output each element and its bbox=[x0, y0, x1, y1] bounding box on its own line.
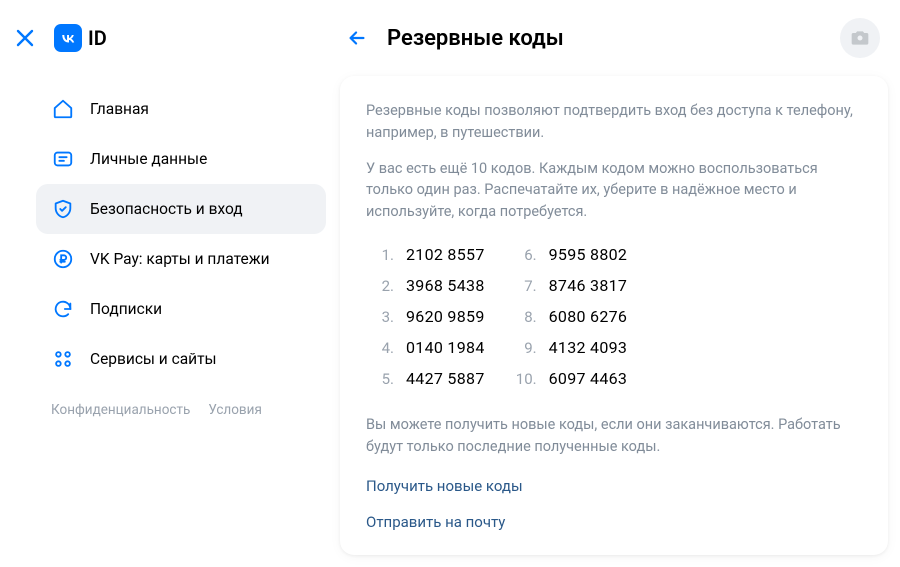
sidebar: Главная Личные данные Безопасность и вхо… bbox=[36, 76, 326, 555]
sidebar-item-subscriptions[interactable]: Подписки bbox=[36, 284, 326, 334]
sidebar-item-vkpay[interactable]: VK Pay: карты и платежи bbox=[36, 234, 326, 284]
code-index: 2. bbox=[372, 277, 394, 295]
sidebar-item-security[interactable]: Безопасность и вход bbox=[36, 184, 326, 234]
code-value: 8746 3817 bbox=[549, 276, 628, 295]
code-value: 6080 6276 bbox=[549, 307, 628, 326]
code-value: 4427 5887 bbox=[406, 369, 485, 388]
code-row: 6. 9595 8802 bbox=[515, 245, 628, 264]
sidebar-item-personal[interactable]: Личные данные bbox=[36, 134, 326, 184]
code-row: 3. 9620 9859 bbox=[372, 307, 485, 326]
code-row: 4. 0140 1984 bbox=[372, 338, 485, 357]
code-index: 4. bbox=[372, 339, 394, 357]
codes-note: Вы можете получить новые коды, если они … bbox=[366, 414, 862, 458]
sidebar-item-label: Безопасность и вход bbox=[90, 200, 243, 218]
ruble-icon bbox=[51, 247, 75, 271]
code-value: 9620 9859 bbox=[406, 307, 485, 326]
code-index: 8. bbox=[515, 308, 537, 326]
code-row: 5. 4427 5887 bbox=[372, 369, 485, 388]
code-value: 0140 1984 bbox=[406, 338, 485, 357]
page-title: Резервные коды bbox=[387, 26, 564, 51]
footer-privacy[interactable]: Конфиденциальность bbox=[51, 402, 190, 418]
id-card-icon bbox=[51, 147, 75, 171]
sidebar-item-label: Сервисы и сайты bbox=[90, 350, 217, 368]
brand-id: ID bbox=[88, 26, 107, 50]
main-panel: Резервные коды позволяют подтвердить вхо… bbox=[340, 76, 888, 555]
code-index: 5. bbox=[372, 370, 394, 388]
apps-icon bbox=[51, 347, 75, 371]
sidebar-item-label: Личные данные bbox=[90, 150, 207, 168]
avatar[interactable] bbox=[840, 18, 880, 58]
code-row: 8. 6080 6276 bbox=[515, 307, 628, 326]
code-row: 2. 3968 5438 bbox=[372, 276, 485, 295]
camera-icon bbox=[850, 28, 870, 48]
get-new-codes-link[interactable]: Получить новые коды bbox=[366, 477, 862, 495]
shield-icon bbox=[51, 197, 75, 221]
description-1: Резервные коды позволяют подтвердить вхо… bbox=[366, 100, 862, 144]
topbar: ID Резервные коды bbox=[0, 0, 900, 76]
code-index: 6. bbox=[515, 246, 537, 264]
home-icon bbox=[51, 97, 75, 121]
code-value: 3968 5438 bbox=[406, 276, 485, 295]
code-row: 10. 6097 4463 bbox=[515, 369, 628, 388]
sidebar-item-label: Подписки bbox=[90, 300, 162, 318]
code-value: 4132 4093 bbox=[549, 338, 628, 357]
sidebar-item-label: VK Pay: карты и платежи bbox=[90, 250, 270, 268]
code-row: 9. 4132 4093 bbox=[515, 338, 628, 357]
sidebar-item-label: Главная bbox=[90, 100, 149, 118]
footer-links: Конфиденциальность Условия bbox=[36, 384, 326, 436]
code-index: 9. bbox=[515, 339, 537, 357]
code-index: 3. bbox=[372, 308, 394, 326]
code-index: 10. bbox=[515, 370, 537, 388]
sidebar-item-services[interactable]: Сервисы и сайты bbox=[36, 334, 326, 384]
send-email-link[interactable]: Отправить на почту bbox=[366, 513, 862, 531]
refresh-icon bbox=[51, 297, 75, 321]
footer-terms[interactable]: Условия bbox=[208, 402, 262, 418]
close-icon[interactable] bbox=[14, 27, 36, 49]
codes-list: 1. 2102 8557 2. 3968 5438 3. 9620 9859 4. 01… bbox=[372, 245, 862, 388]
description-2: У вас есть ещё 10 кодов. Каждым кодом мо… bbox=[366, 158, 862, 223]
code-index: 7. bbox=[515, 277, 537, 295]
code-value: 6097 4463 bbox=[549, 369, 628, 388]
code-row: 1. 2102 8557 bbox=[372, 245, 485, 264]
code-index: 1. bbox=[372, 246, 394, 264]
vk-logo-icon bbox=[54, 24, 82, 52]
code-value: 2102 8557 bbox=[406, 245, 485, 264]
sidebar-item-home[interactable]: Главная bbox=[36, 84, 326, 134]
code-value: 9595 8802 bbox=[549, 245, 628, 264]
back-button[interactable] bbox=[345, 26, 369, 50]
code-row: 7. 8746 3817 bbox=[515, 276, 628, 295]
